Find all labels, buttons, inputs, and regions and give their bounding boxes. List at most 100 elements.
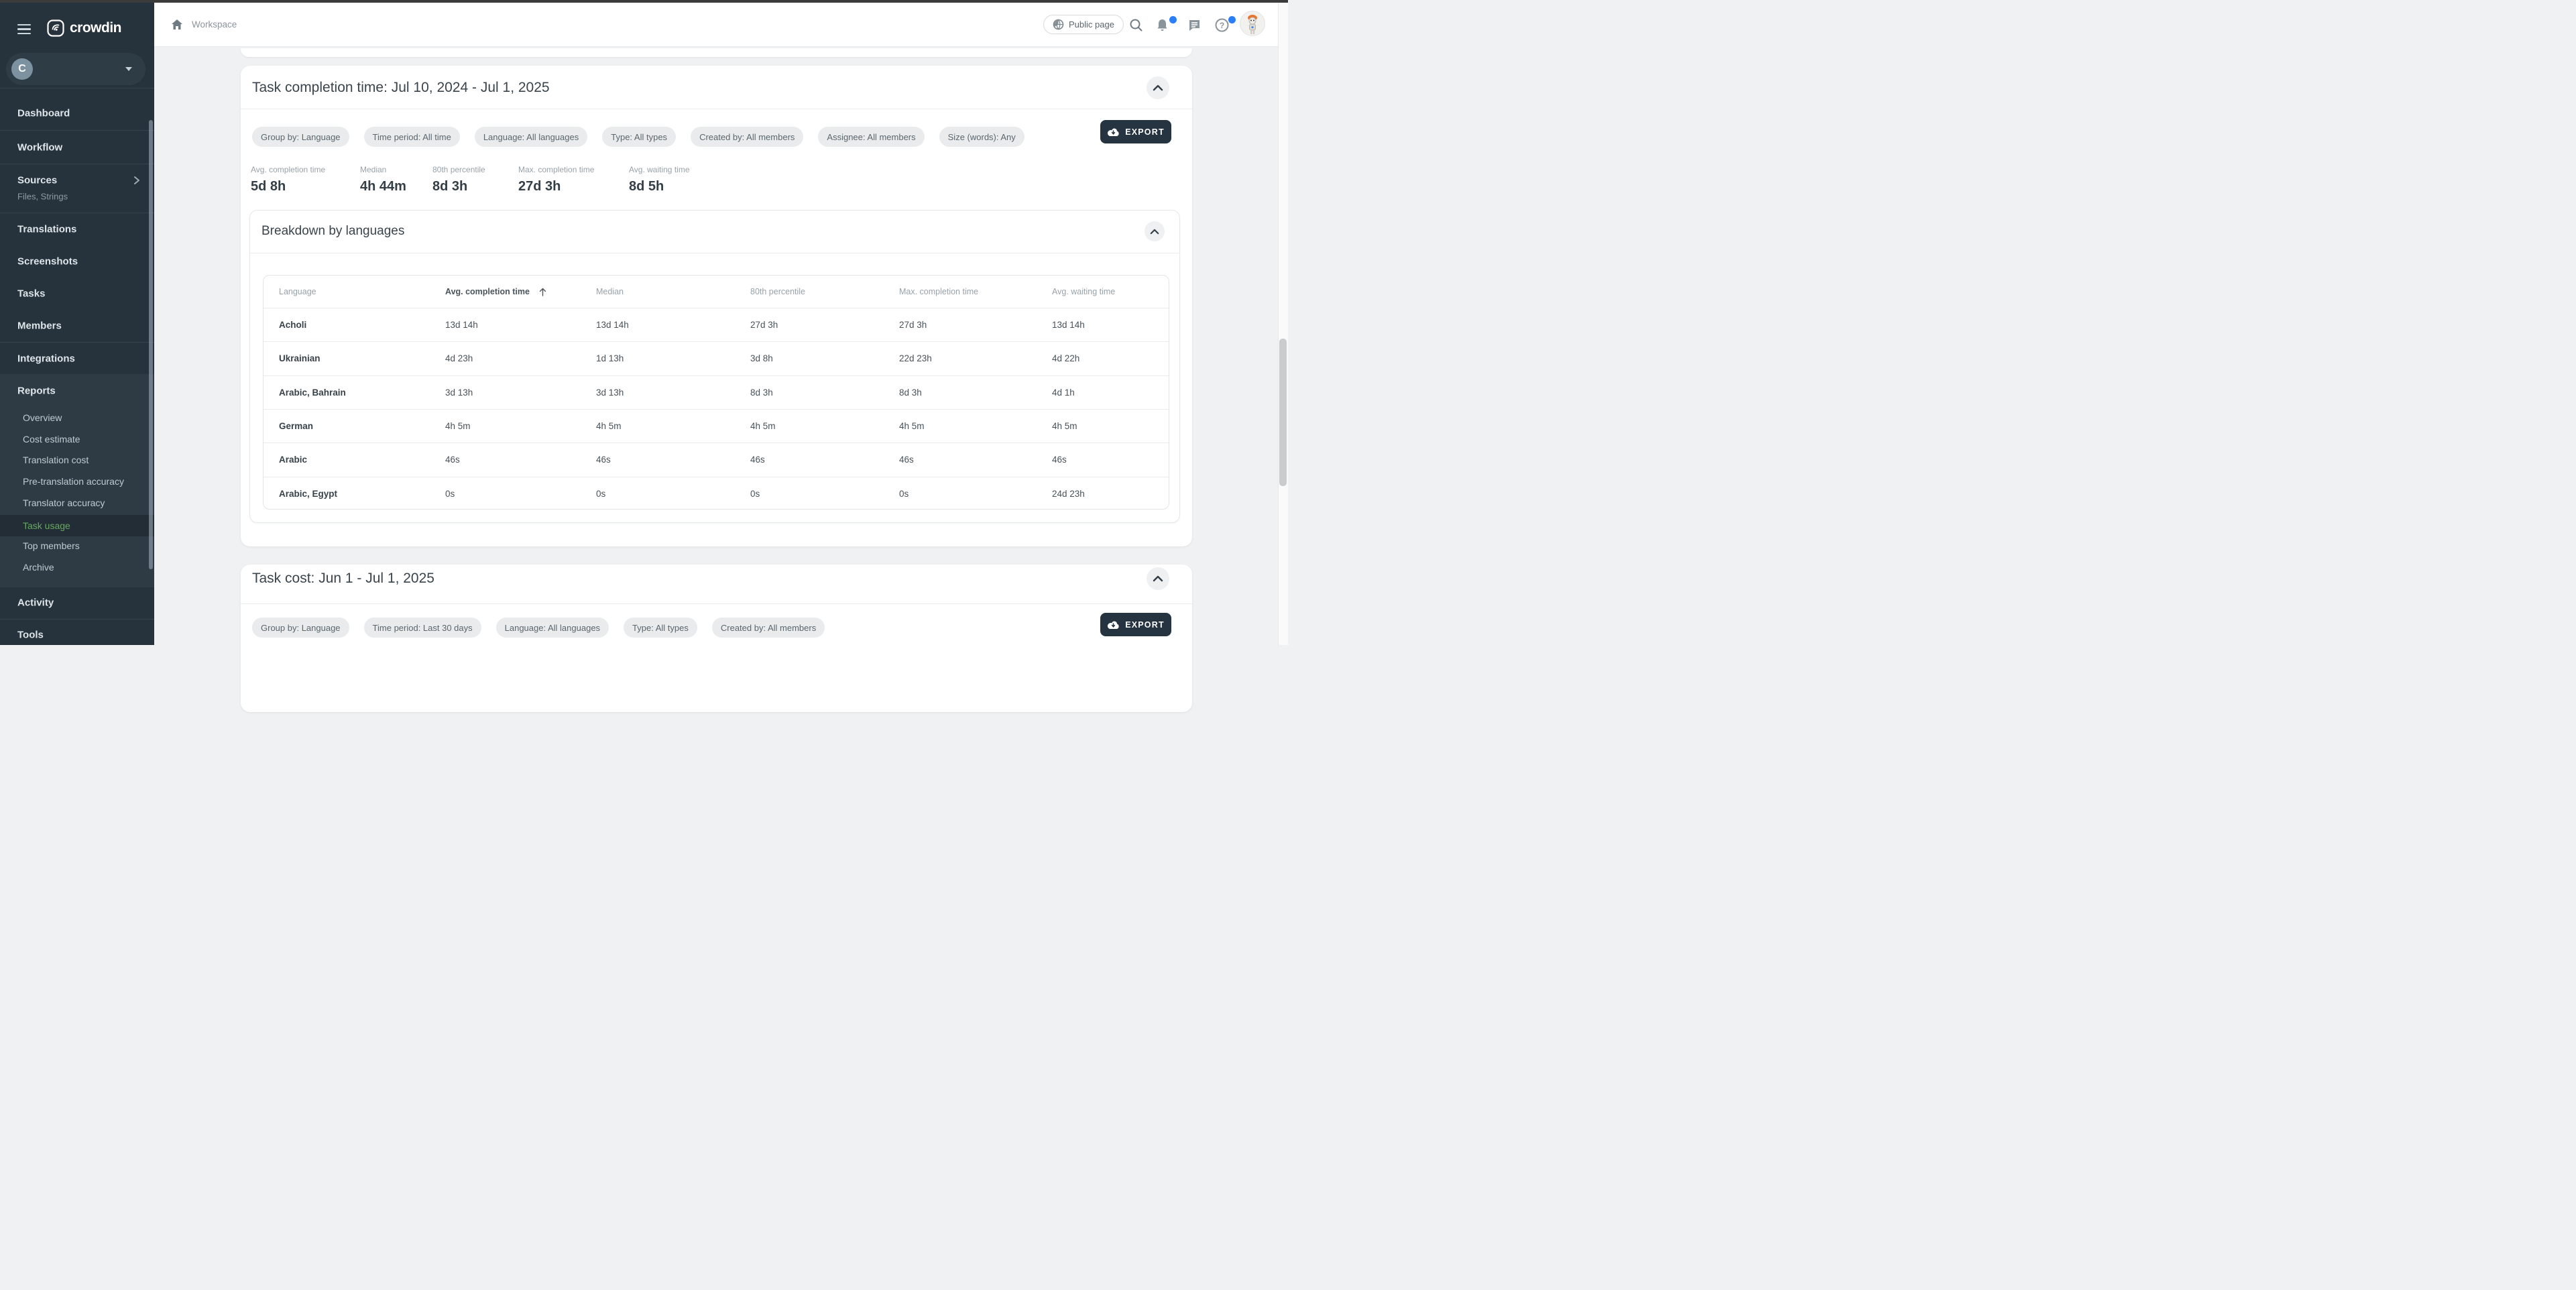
filter-chip-language[interactable]: Language: All languages — [496, 618, 609, 638]
divider — [241, 603, 1192, 604]
filter-chip-created-by[interactable]: Created by: All members — [712, 618, 825, 638]
sidebar-item-archive[interactable]: Archive — [23, 562, 54, 573]
avatar-robot-image — [1240, 11, 1265, 36]
table-row: German 4h 5m 4h 5m 4h 5m 4h 5m 4h 5m — [264, 409, 1169, 443]
stat-median: Median 4h 44m — [360, 165, 406, 194]
sidebar-item-top-members[interactable]: Top members — [23, 540, 80, 551]
help-badge — [1228, 16, 1236, 23]
user-avatar[interactable] — [1240, 11, 1265, 36]
cloud-download-icon — [1107, 127, 1120, 137]
sidebar-divider — [0, 619, 154, 620]
filter-chip-time-period[interactable]: Time period: All time — [364, 127, 460, 147]
sidebar-scrollbar[interactable] — [149, 120, 153, 569]
sidebar-item-translator-accuracy[interactable]: Translator accuracy — [23, 497, 105, 508]
svg-text:?: ? — [1220, 21, 1224, 30]
sidebar-item-reports[interactable]: Reports — [17, 386, 56, 397]
stat-avg-waiting-time: Avg. waiting time 8d 5h — [629, 165, 690, 194]
filter-chip-created-by[interactable]: Created by: All members — [691, 127, 803, 147]
filter-chip-assignee[interactable]: Assignee: All members — [818, 127, 924, 147]
languages-table: Language Avg. completion time Median 80t… — [263, 275, 1169, 510]
page-scrollbar-track[interactable] — [1278, 3, 1288, 645]
filter-chip-language[interactable]: Language: All languages — [475, 127, 587, 147]
filter-chip-type[interactable]: Type: All types — [602, 127, 676, 147]
filter-chip-group-by[interactable]: Group by: Language — [252, 127, 349, 147]
chevron-down-icon — [125, 67, 132, 71]
sidebar-divider — [0, 130, 154, 131]
collapse-panel-button[interactable] — [1147, 76, 1169, 99]
table-row: Ukrainian 4d 23h 1d 13h 3d 8h 22d 23h 4d… — [264, 341, 1169, 375]
chevron-up-icon — [1153, 575, 1163, 582]
breadcrumb[interactable]: Workspace — [192, 19, 237, 30]
column-header-80th-percentile[interactable]: 80th percentile — [735, 287, 884, 296]
help-icon[interactable]: ? — [1214, 17, 1230, 33]
column-header-avg-completion-time[interactable]: Avg. completion time — [430, 287, 581, 296]
messages-icon[interactable] — [1187, 18, 1202, 32]
notifications-bell-icon[interactable] — [1155, 17, 1170, 33]
collapse-panel-button[interactable] — [1147, 567, 1169, 590]
crowdin-logo-text: crowdin — [70, 20, 121, 36]
cloud-download-icon — [1107, 620, 1120, 630]
stat-80th-percentile: 80th percentile 8d 3h — [432, 165, 485, 194]
filter-chip-size[interactable]: Size (words): Any — [939, 127, 1024, 147]
workspace-avatar: C — [11, 58, 33, 80]
table-row: Arabic 46s 46s 46s 46s 46s — [264, 443, 1169, 476]
sidebar-item-sources[interactable]: Sources — [17, 175, 57, 186]
chevron-right-icon — [133, 176, 141, 185]
sidebar-item-overview[interactable]: Overview — [23, 412, 62, 423]
filter-chips: Group by: Language Time period: Last 30 … — [252, 618, 825, 638]
sidebar-item-workflow[interactable]: Workflow — [17, 142, 62, 154]
sidebar-divider — [0, 88, 154, 89]
filter-chips: Group by: Language Time period: All time… — [252, 127, 1024, 147]
previous-panel-edge — [241, 48, 1192, 57]
export-button[interactable]: EXPORT — [1100, 613, 1171, 636]
sidebar-divider — [0, 342, 154, 343]
breakdown-title: Breakdown by languages — [261, 224, 404, 239]
sidebar-item-cost-estimate[interactable]: Cost estimate — [23, 434, 80, 445]
sidebar-item-tasks[interactable]: Tasks — [17, 288, 45, 300]
column-header-avg-waiting-time[interactable]: Avg. waiting time — [1037, 287, 1169, 296]
filter-chip-type[interactable]: Type: All types — [624, 618, 697, 638]
public-page-button[interactable]: Public page — [1043, 15, 1124, 34]
notifications-badge — [1169, 16, 1177, 23]
chevron-up-icon — [1153, 84, 1163, 91]
crowdin-logo[interactable]: crowdin — [47, 19, 121, 37]
sidebar-item-integrations[interactable]: Integrations — [17, 353, 75, 365]
column-header-median[interactable]: Median — [581, 287, 735, 296]
table-row: Arabic, Egypt 0s 0s 0s 0s 24d 23h — [264, 477, 1169, 510]
crowdin-logo-icon — [47, 19, 64, 37]
sort-ascending-icon — [539, 288, 546, 296]
filter-chip-time-period[interactable]: Time period: Last 30 days — [364, 618, 481, 638]
sidebar: crowdin C Dashboard Workflow Sources Fil… — [0, 3, 154, 645]
public-page-label: Public page — [1069, 19, 1114, 30]
table-header-row: Language Avg. completion time Median 80t… — [264, 276, 1169, 308]
filter-chip-group-by[interactable]: Group by: Language — [252, 618, 349, 638]
sidebar-item-translations[interactable]: Translations — [17, 224, 76, 235]
workspace-selector[interactable]: C — [6, 53, 145, 85]
sidebar-item-task-usage[interactable]: Task usage — [23, 520, 70, 531]
sidebar-item-dashboard[interactable]: Dashboard — [17, 108, 70, 119]
chevron-up-icon — [1150, 229, 1159, 235]
task-cost-panel — [241, 565, 1192, 712]
stat-avg-completion-time: Avg. completion time 5d 8h — [251, 165, 325, 194]
globe-icon — [1053, 19, 1064, 30]
export-button[interactable]: EXPORT — [1100, 120, 1171, 143]
sidebar-item-tools[interactable]: Tools — [17, 630, 44, 641]
sidebar-item-sources-subtitle: Files, Strings — [17, 192, 68, 202]
sidebar-item-pre-translation-accuracy[interactable]: Pre-translation accuracy — [23, 476, 124, 487]
sidebar-item-screenshots[interactable]: Screenshots — [17, 256, 78, 268]
hamburger-menu-icon[interactable] — [17, 24, 31, 34]
collapse-breakdown-button[interactable] — [1145, 221, 1165, 241]
home-icon[interactable] — [170, 18, 184, 32]
task-cost-title: Task cost: Jun 1 - Jul 1, 2025 — [252, 571, 434, 587]
sidebar-item-activity[interactable]: Activity — [17, 597, 54, 609]
table-row: Acholi 13d 14h 13d 14h 27d 3h 27d 3h 13d… — [264, 308, 1169, 341]
sidebar-item-members[interactable]: Members — [17, 320, 62, 332]
sidebar-item-translation-cost[interactable]: Translation cost — [23, 455, 89, 465]
column-header-language[interactable]: Language — [264, 287, 430, 296]
task-completion-title: Task completion time: Jul 10, 2024 - Jul… — [252, 80, 550, 96]
table-row: Arabic, Bahrain 3d 13h 3d 13h 8d 3h 8d 3… — [264, 375, 1169, 409]
page-scrollbar-thumb[interactable] — [1279, 339, 1287, 486]
stat-max-completion-time: Max. completion time 27d 3h — [518, 165, 594, 194]
column-header-max-completion-time[interactable]: Max. completion time — [884, 287, 1037, 296]
search-icon[interactable] — [1129, 18, 1143, 32]
